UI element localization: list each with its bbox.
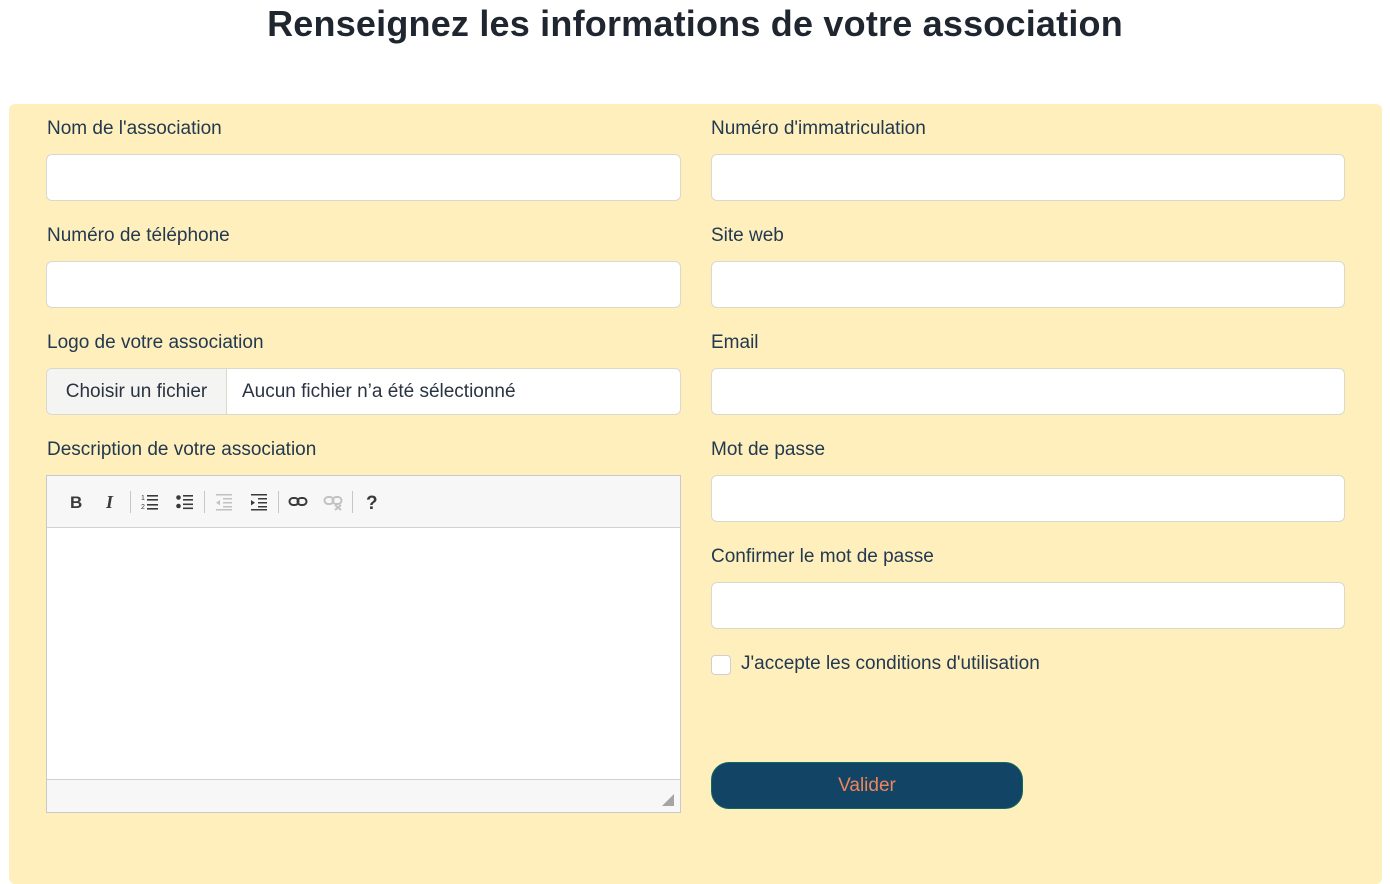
logo-file-input[interactable]: Choisir un fichier Aucun fichier n’a été…	[46, 368, 681, 415]
password-confirm-label: Confirmer le mot de passe	[711, 546, 934, 567]
outdent-icon[interactable]	[209, 487, 239, 517]
description-label: Description de votre association	[47, 439, 317, 460]
toolbar-separator	[352, 490, 353, 513]
bold-icon[interactable]: B	[61, 487, 91, 517]
description-textarea[interactable]	[47, 528, 680, 779]
password-label: Mot de passe	[711, 439, 826, 460]
association-name-label: Nom de l'association	[47, 118, 222, 139]
email-label: Email	[711, 332, 759, 353]
email-input[interactable]	[711, 368, 1345, 415]
description-editor: B I 1 2 ?	[46, 475, 681, 813]
submit-button[interactable]: Valider	[711, 762, 1023, 809]
toolbar-separator	[130, 490, 131, 513]
website-input[interactable]	[711, 261, 1345, 308]
file-status-text: Aucun fichier n’a été sélectionné	[242, 380, 516, 402]
password-confirm-input[interactable]	[711, 582, 1345, 629]
numbered-list-icon[interactable]: 1 2	[135, 487, 165, 517]
svg-text:?: ?	[366, 493, 378, 511]
terms-label: J'accepte les conditions d'utilisation	[741, 653, 1040, 674]
logo-label: Logo de votre association	[47, 332, 264, 353]
editor-toolbar: B I 1 2 ?	[47, 476, 680, 528]
password-input[interactable]	[711, 475, 1345, 522]
bulleted-list-icon[interactable]	[170, 487, 200, 517]
choose-file-button[interactable]: Choisir un fichier	[47, 369, 227, 414]
svg-text:1: 1	[141, 495, 145, 502]
page-title: Renseignez les informations de votre ass…	[267, 3, 1123, 44]
svg-text:2: 2	[141, 504, 145, 511]
editor-footer	[47, 779, 680, 812]
toolbar-separator	[278, 490, 279, 513]
toolbar-separator	[204, 490, 205, 513]
phone-input[interactable]	[46, 261, 681, 308]
italic-icon[interactable]: I	[96, 487, 126, 517]
terms-checkbox[interactable]	[711, 655, 731, 675]
svg-text:I: I	[105, 493, 114, 511]
link-icon[interactable]	[283, 487, 313, 517]
association-name-input[interactable]	[46, 154, 681, 201]
indent-icon[interactable]	[244, 487, 274, 517]
registration-number-input[interactable]	[711, 154, 1345, 201]
registration-number-label: Numéro d'immatriculation	[711, 118, 926, 139]
svg-text:B: B	[70, 493, 82, 511]
unlink-icon[interactable]	[318, 487, 348, 517]
phone-label: Numéro de téléphone	[47, 225, 230, 246]
resize-grip-icon[interactable]	[662, 794, 674, 806]
help-icon[interactable]: ?	[357, 487, 387, 517]
website-label: Site web	[711, 225, 784, 246]
